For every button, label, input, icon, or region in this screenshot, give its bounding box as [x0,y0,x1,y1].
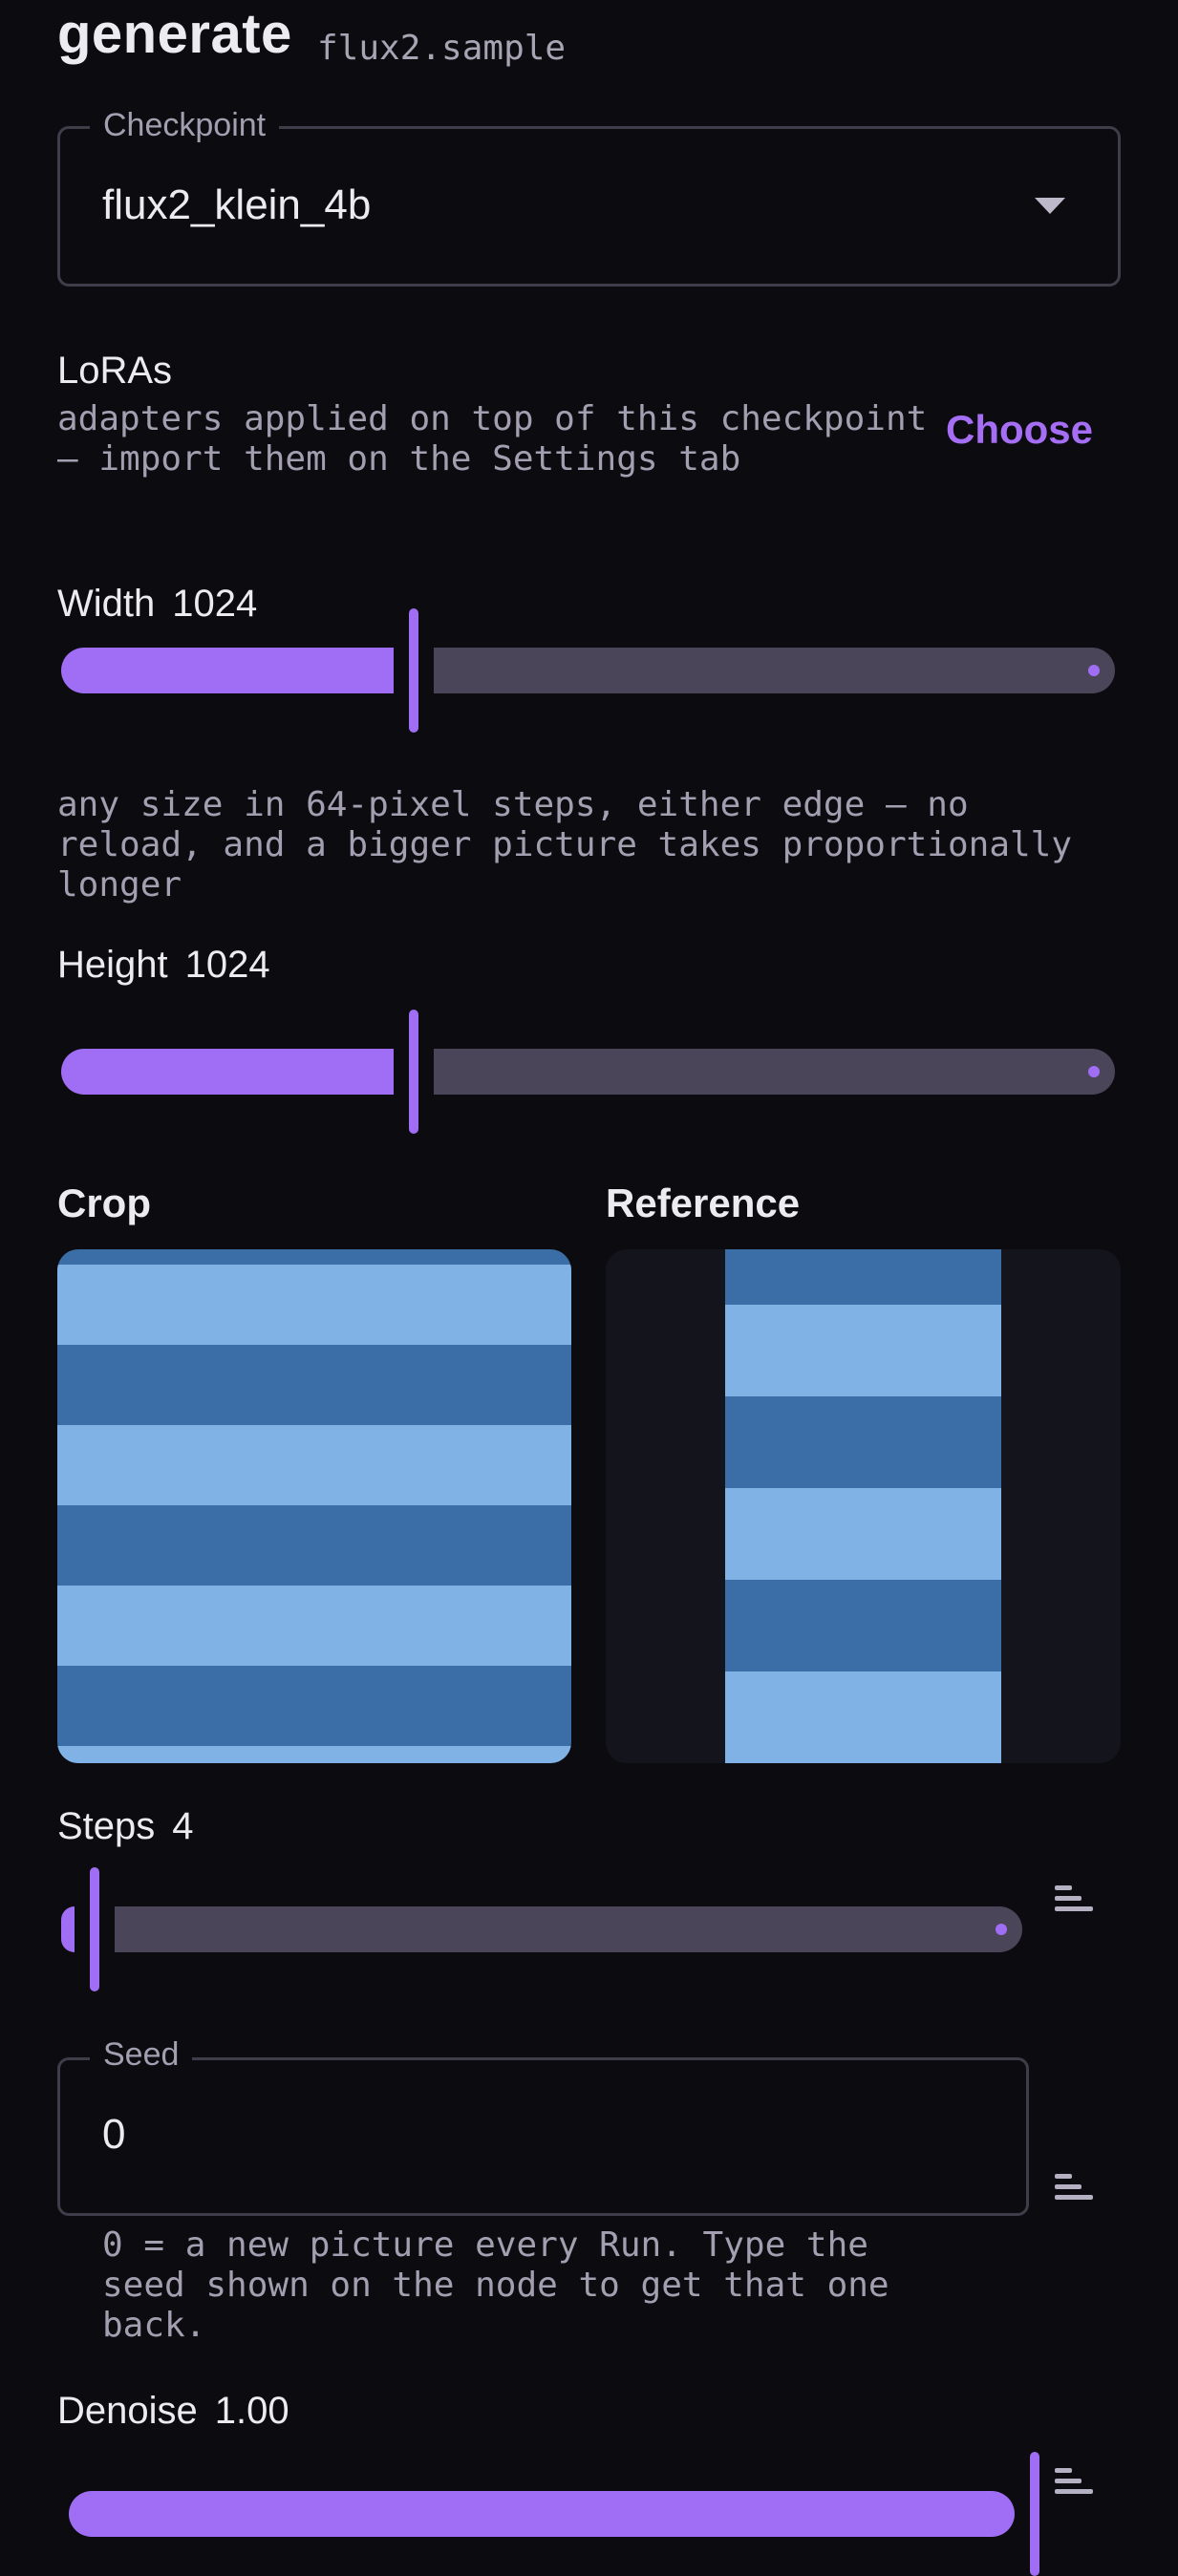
height-value: 1024 [184,944,270,986]
checkpoint-label: Checkpoint [90,107,280,144]
height-slider[interactable] [61,1010,1115,1134]
reference-stripe [725,1305,1001,1396]
reference-image-panel[interactable] [606,1249,1121,1763]
width-slider-thumb[interactable] [409,608,418,733]
list-icon[interactable] [1055,2174,1093,2203]
height-slider-inactive-track [434,1049,1115,1095]
height-slider-active-track [61,1049,394,1095]
crop-title: Crop [57,1181,151,1225]
reference-image [725,1249,1001,1763]
width-slider-active-track [61,648,394,693]
seed-input[interactable] [57,2057,1029,2216]
denoise-label-text: Denoise [57,2390,198,2432]
denoise-slider-active-track [69,2491,1015,2537]
width-label-text: Width [57,583,156,625]
reference-title: Reference [606,1181,801,1225]
page-title: generate [57,3,292,65]
loras-label: LoRAs [57,350,173,392]
reference-stripe [725,1488,1001,1580]
width-value: 1024 [172,583,258,625]
crop-stripe [57,1586,571,1666]
choose-loras-button[interactable]: Choose [946,407,1093,453]
steps-label: Steps 4 [57,1805,194,1848]
node-type-label: flux2.sample [317,29,567,68]
caret-down-icon[interactable] [1035,198,1065,214]
denoise-slider-thumb[interactable] [1030,2452,1039,2576]
reference-stripe [725,1671,1001,1763]
width-help-text: any size in 64-pixel steps, either edge … [57,785,1073,905]
seed-help-text: 0 = a new picture every Run. Type the se… [102,2225,889,2345]
list-icon[interactable] [1055,2468,1093,2497]
seed-label: Seed [90,2036,193,2074]
checkpoint-value[interactable]: flux2_klein_4b [102,181,371,229]
list-icon[interactable] [1055,1885,1093,1914]
height-slider-thumb[interactable] [409,1010,418,1134]
denoise-value: 1.00 [214,2390,289,2432]
height-label-text: Height [57,944,168,986]
height-slider-end-dot [1088,1066,1100,1077]
denoise-label: Denoise 1.00 [57,2390,289,2433]
steps-slider[interactable] [61,1867,1022,1991]
steps-slider-thumb[interactable] [90,1867,99,1991]
crop-stripe [57,1746,571,1763]
steps-value: 4 [172,1805,194,1847]
width-slider-inactive-track [434,648,1115,693]
height-label: Height 1024 [57,944,270,987]
denoise-slider[interactable] [69,2452,1039,2576]
crop-stripe [57,1425,571,1505]
steps-slider-inactive-track [115,1906,1022,1952]
crop-preview[interactable] [57,1249,571,1763]
crop-stripe [57,1265,571,1345]
loras-description: adapters applied on top of this checkpoi… [57,399,928,479]
width-slider[interactable] [61,608,1115,733]
steps-slider-active-track [61,1906,75,1952]
seed-value[interactable]: 0 [102,2111,125,2159]
width-slider-end-dot [1088,665,1100,676]
steps-slider-end-dot [996,1924,1007,1935]
steps-label-text: Steps [57,1805,156,1847]
width-label: Width 1024 [57,583,257,626]
